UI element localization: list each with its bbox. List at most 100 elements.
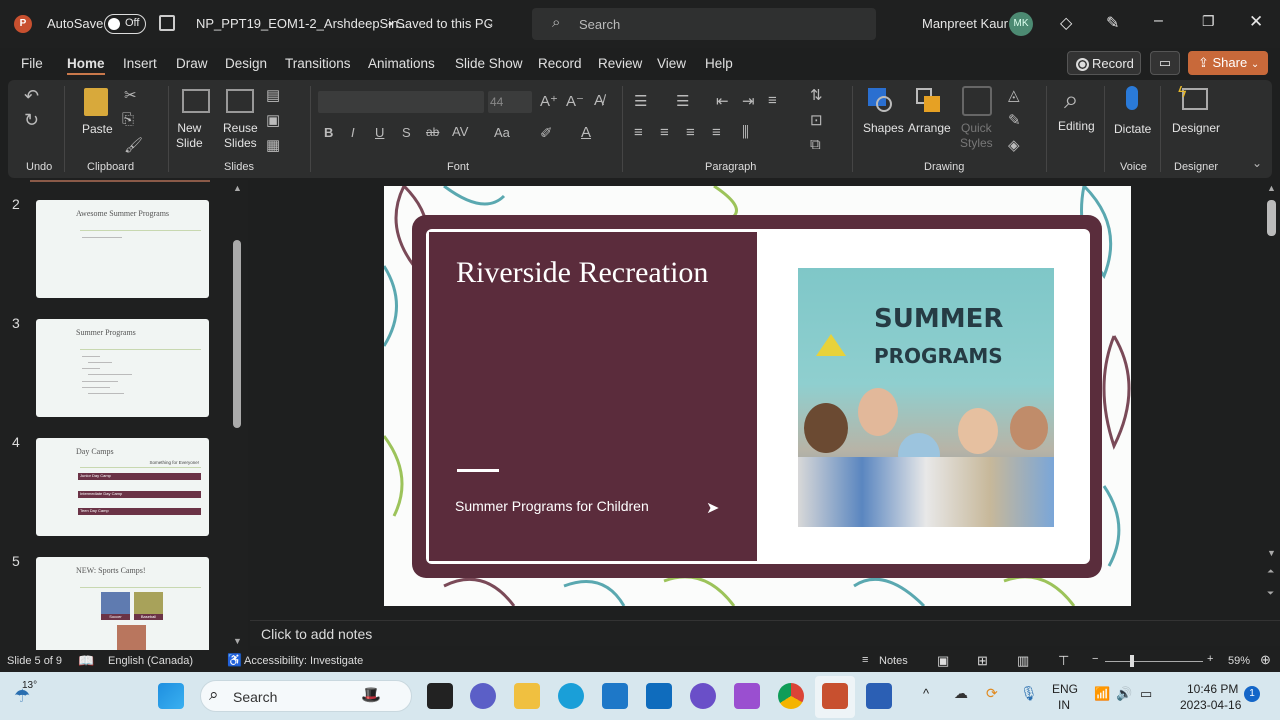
character-spacing-button[interactable]: AV: [452, 124, 468, 139]
close-icon[interactable]: ✕: [1249, 12, 1263, 32]
align-right-icon[interactable]: ≡: [686, 124, 695, 141]
wifi-icon[interactable]: 📶: [1094, 686, 1110, 702]
slide-sorter-icon[interactable]: ⊞: [977, 653, 988, 669]
reuse-slides-icon[interactable]: [226, 89, 254, 113]
new-slide-icon[interactable]: [182, 89, 210, 113]
show-hidden-icons[interactable]: ^: [923, 686, 929, 701]
battery-icon[interactable]: ▭: [1140, 686, 1152, 702]
slide-thumbnail-2[interactable]: Awesome Summer Programs: [36, 200, 209, 298]
previous-slide-icon[interactable]: ⏶: [1267, 566, 1274, 577]
search-box[interactable]: ⌕ Search: [532, 8, 876, 40]
text-direction-icon[interactable]: ⇅: [810, 86, 823, 104]
zoom-in-icon[interactable]: +: [1207, 653, 1213, 665]
record-button[interactable]: Record: [1067, 51, 1141, 75]
edge-icon[interactable]: [558, 683, 584, 709]
comments-button[interactable]: ▭: [1150, 51, 1180, 75]
slide-thumbnail-5[interactable]: NEW: Sports Camps! Soccer Baseball: [36, 557, 209, 650]
strikethrough-button[interactable]: ab: [426, 125, 439, 139]
slide-subtitle[interactable]: Summer Programs for Children: [455, 498, 649, 514]
scroll-down-icon[interactable]: ▼: [233, 636, 242, 646]
cut-icon[interactable]: ✂: [124, 86, 137, 104]
decrease-indent-icon[interactable]: ⇤: [716, 92, 729, 110]
reading-view-icon[interactable]: ▥: [1017, 653, 1029, 669]
volume-icon[interactable]: 🔊: [1116, 686, 1132, 702]
notification-badge[interactable]: 1: [1244, 686, 1260, 702]
shadow-button[interactable]: S: [402, 125, 411, 140]
notes-placeholder[interactable]: Click to add notes: [261, 626, 372, 642]
autosave-toggle[interactable]: Off: [104, 14, 146, 34]
accessibility-status[interactable]: Accessibility: Investigate: [244, 655, 363, 667]
highlight-icon[interactable]: ✐: [540, 124, 553, 142]
tab-file[interactable]: File: [21, 56, 43, 71]
clipchamp-icon[interactable]: [734, 683, 760, 709]
grow-font-icon[interactable]: A⁺: [540, 92, 558, 110]
save-status[interactable]: • Saved to this PC: [388, 16, 493, 31]
notes-button[interactable]: Notes: [879, 655, 908, 667]
normal-view-icon[interactable]: ▣: [937, 653, 949, 669]
input-region[interactable]: IN: [1058, 698, 1070, 712]
slide-thumbnail-3[interactable]: Summer Programs: [36, 319, 209, 417]
shapes-icon[interactable]: [868, 88, 892, 112]
microphone-icon[interactable]: 🎙: [1020, 685, 1038, 702]
shrink-font-icon[interactable]: A⁻: [566, 92, 584, 110]
new-slide-button[interactable]: New Slide: [176, 121, 203, 151]
pen-icon[interactable]: ✎: [1106, 13, 1119, 33]
zoom-out-icon[interactable]: −: [1092, 653, 1098, 665]
avatar[interactable]: MK: [1009, 12, 1033, 36]
find-icon[interactable]: ⌕: [1064, 84, 1079, 116]
tab-review[interactable]: Review: [598, 56, 642, 71]
designer-button[interactable]: Designer: [1172, 121, 1220, 136]
align-center-icon[interactable]: ≡: [660, 124, 669, 141]
notes-pane[interactable]: Click to add notes: [250, 620, 1280, 646]
bold-button[interactable]: B: [324, 125, 333, 140]
dictate-button[interactable]: Dictate: [1114, 122, 1151, 137]
chevron-down-icon[interactable]: ⌄: [486, 18, 494, 29]
format-painter-icon[interactable]: 🖌: [124, 136, 143, 154]
editing-button[interactable]: Editing: [1058, 119, 1095, 134]
sync-icon[interactable]: ⟳: [986, 685, 998, 702]
word-taskbar-icon[interactable]: [866, 683, 892, 709]
weather-temp[interactable]: 13°: [22, 680, 37, 691]
change-case-button[interactable]: Aa: [494, 125, 510, 140]
collapse-ribbon-icon[interactable]: ⌄: [1252, 156, 1262, 170]
zoom-slider-thumb[interactable]: [1129, 655, 1134, 667]
powerpoint-taskbar-icon[interactable]: [822, 683, 848, 709]
zoom-slider[interactable]: [1105, 661, 1203, 662]
reset-icon[interactable]: ▣: [266, 111, 280, 129]
summer-programs-image[interactable]: SUMMER PROGRAMS: [798, 268, 1054, 527]
slide-thumbnail-4[interactable]: Day Camps Something for Everyone! Junior…: [36, 438, 209, 536]
numbering-icon[interactable]: ☰: [676, 92, 689, 110]
shape-fill-icon[interactable]: ◬: [1008, 86, 1020, 104]
tab-home[interactable]: Home: [67, 56, 105, 75]
paste-icon[interactable]: [84, 88, 108, 116]
reuse-slides-button[interactable]: Reuse Slides: [223, 121, 258, 151]
canvas-scrollbar[interactable]: [1267, 200, 1276, 236]
scroll-up-icon[interactable]: ▲: [233, 183, 242, 193]
font-color-button[interactable]: A: [581, 124, 591, 141]
tab-insert[interactable]: Insert: [123, 56, 157, 71]
justify-icon[interactable]: ≡: [712, 124, 721, 141]
mail-icon[interactable]: [602, 683, 628, 709]
accessibility-icon[interactable]: ♿: [227, 653, 242, 667]
windows-start-icon[interactable]: [158, 683, 184, 709]
bullets-icon[interactable]: ☰: [634, 92, 647, 110]
underline-button[interactable]: U: [375, 125, 384, 140]
teams-icon[interactable]: [470, 683, 496, 709]
thumbnails-scrollbar[interactable]: [233, 240, 241, 428]
share-button[interactable]: ⇪ Share ⌄: [1188, 51, 1268, 75]
shapes-button[interactable]: Shapes: [863, 121, 904, 136]
onedrive-icon[interactable]: ☁: [954, 685, 968, 702]
copilot-icon[interactable]: [690, 683, 716, 709]
zoom-level[interactable]: 59%: [1228, 655, 1250, 667]
designer-icon[interactable]: ϟ: [1178, 84, 1208, 110]
clock-time[interactable]: 10:46 PM: [1187, 682, 1238, 696]
line-spacing-icon[interactable]: ≡: [768, 92, 777, 109]
slideshow-icon[interactable]: ⊤: [1058, 653, 1069, 669]
font-size-input[interactable]: 44: [488, 91, 532, 113]
next-slide-icon[interactable]: ⏷: [1267, 588, 1274, 599]
redo-icon[interactable]: ↻: [24, 110, 39, 131]
scroll-down-icon[interactable]: ▼: [1267, 548, 1276, 558]
chrome-icon[interactable]: [778, 683, 804, 709]
taskbar-search[interactable]: ⌕ Search 🎩: [200, 680, 412, 712]
align-text-icon[interactable]: ⊡: [810, 111, 823, 129]
